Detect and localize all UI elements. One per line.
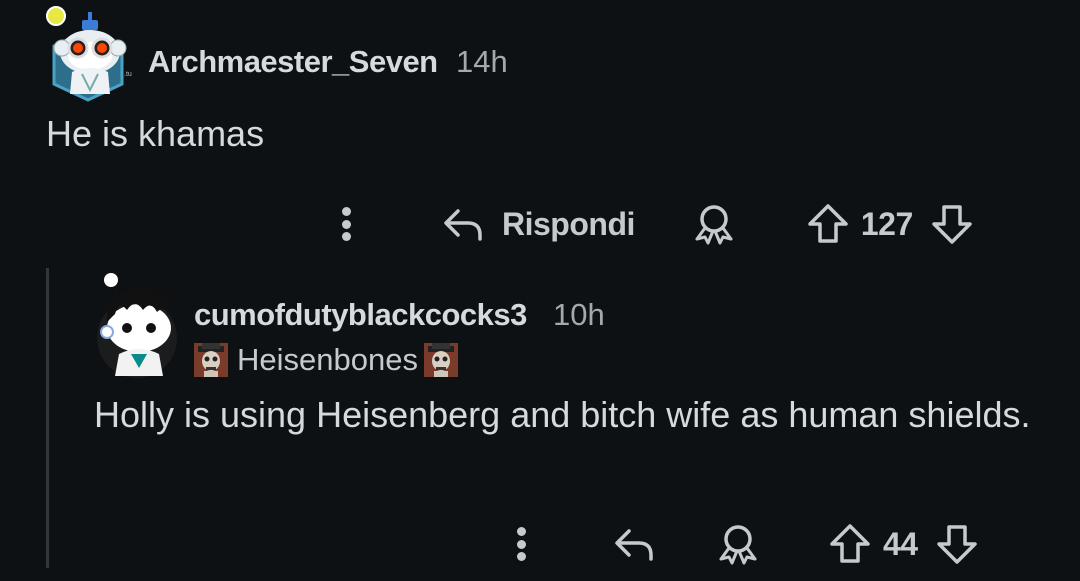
comment-actions: 44 <box>515 516 978 572</box>
heisenberg-emoji-icon <box>423 343 458 377</box>
snoo-avatar[interactable] <box>95 270 185 382</box>
reply-label: Rispondi <box>502 205 635 242</box>
downvote-arrow-icon[interactable] <box>931 203 973 245</box>
reply-arrow-icon[interactable] <box>613 525 655 563</box>
upvote-arrow-icon[interactable] <box>807 203 849 245</box>
three-dots-vertical-icon[interactable] <box>515 527 527 561</box>
reply-button[interactable]: Rispondi <box>442 205 635 243</box>
reply-arrow-icon <box>444 209 482 241</box>
vote-score: 44 <box>883 525 918 562</box>
thread-line[interactable] <box>46 268 49 568</box>
user-flair: Heisenbones <box>194 342 458 378</box>
comment-author[interactable]: cumofdutyblackcocks3 <box>194 297 527 333</box>
flair-text: Heisenbones <box>237 342 418 377</box>
snoo-avatar[interactable]: .tu <box>38 2 146 102</box>
heisenberg-emoji-icon <box>194 343 228 377</box>
comment-actions: Rispondi 127 <box>340 196 973 252</box>
award-icon[interactable] <box>693 203 735 245</box>
three-dots-vertical-icon[interactable] <box>340 207 352 241</box>
comment-body: Holly is using Heisenberg and bitch wife… <box>94 394 1031 435</box>
award-icon[interactable] <box>717 523 759 565</box>
upvote-arrow-icon[interactable] <box>829 523 871 565</box>
comment-author[interactable]: Archmaester_Seven <box>148 44 438 80</box>
comment-timestamp: 14h <box>456 44 508 79</box>
comment-timestamp: 10h <box>553 297 605 332</box>
vote-score: 127 <box>860 205 913 242</box>
comment-body: He is khamas <box>46 113 265 154</box>
comment-thread: .tu Archmaester_Seven 14h He is khamas R… <box>0 0 1080 581</box>
svg-text:.tu: .tu <box>124 71 132 78</box>
downvote-arrow-icon[interactable] <box>936 523 978 565</box>
